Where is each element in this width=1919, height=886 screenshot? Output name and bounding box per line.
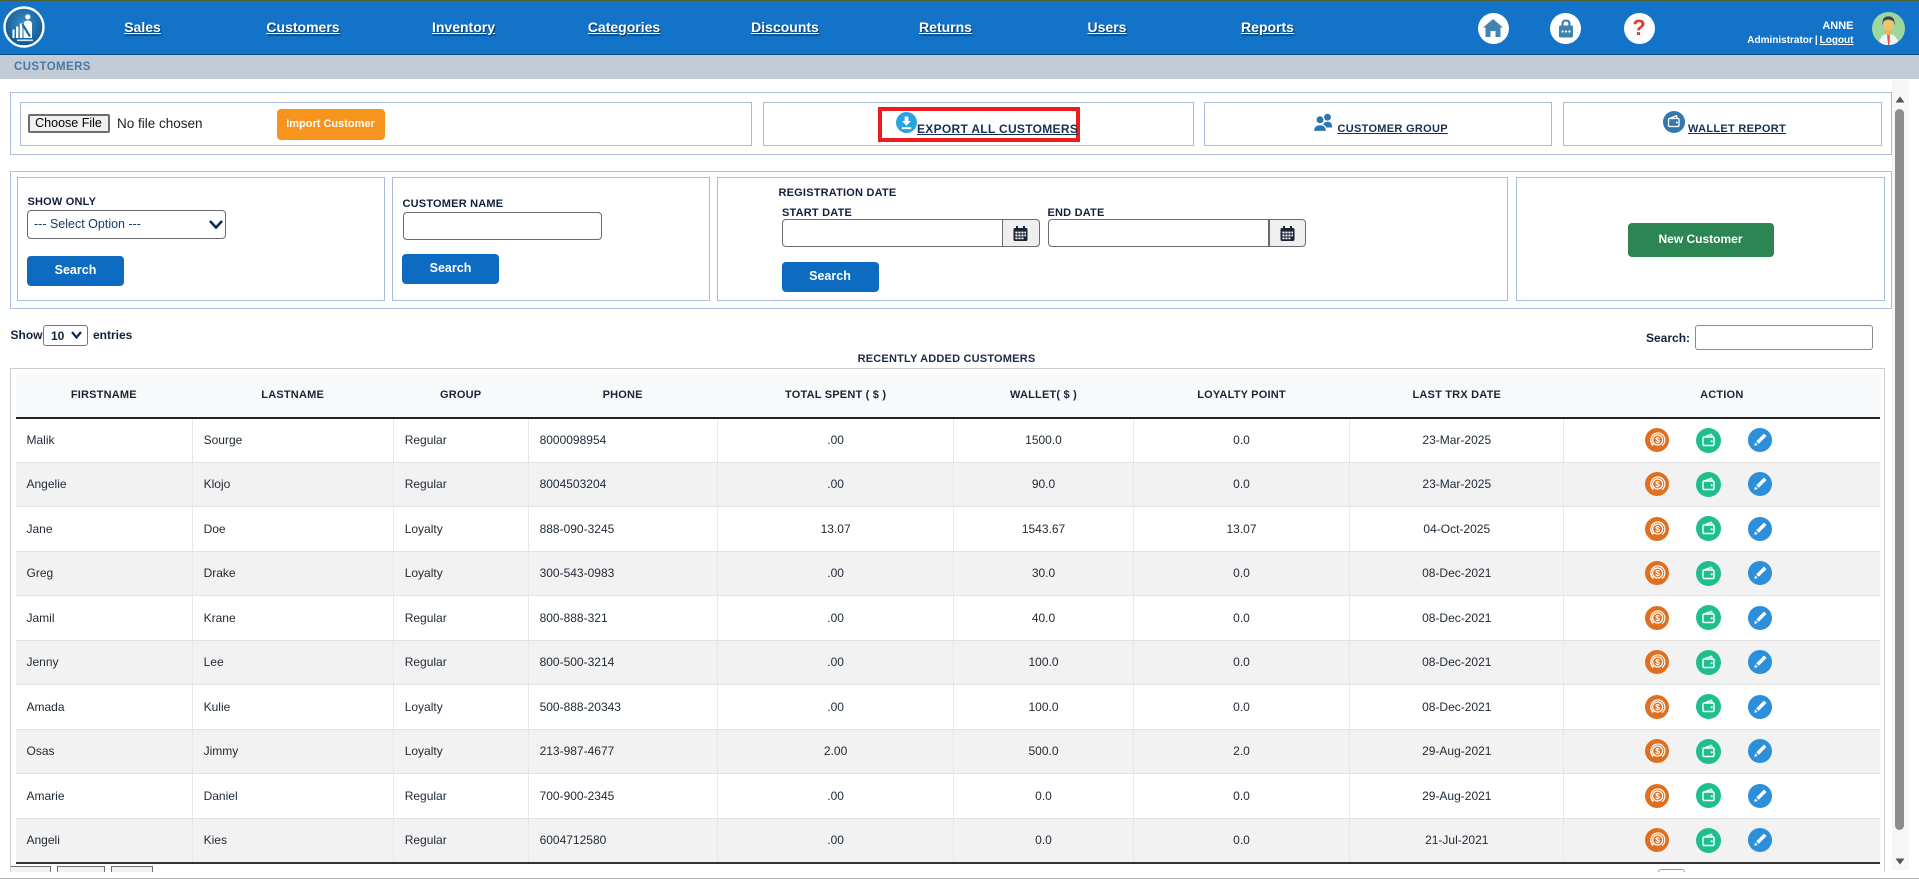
svg-text:$: $	[1655, 435, 1660, 445]
svg-text:$: $	[1655, 657, 1660, 667]
svg-text:$: $	[1655, 746, 1660, 756]
svg-text:$: $	[1655, 568, 1660, 578]
svg-text:$: $	[1655, 702, 1660, 712]
svg-text:$: $	[1655, 835, 1660, 845]
svg-text:$: $	[1655, 524, 1660, 534]
svg-text:$: $	[1655, 479, 1660, 489]
svg-text:$: $	[1655, 791, 1660, 801]
svg-text:$: $	[1655, 613, 1660, 623]
